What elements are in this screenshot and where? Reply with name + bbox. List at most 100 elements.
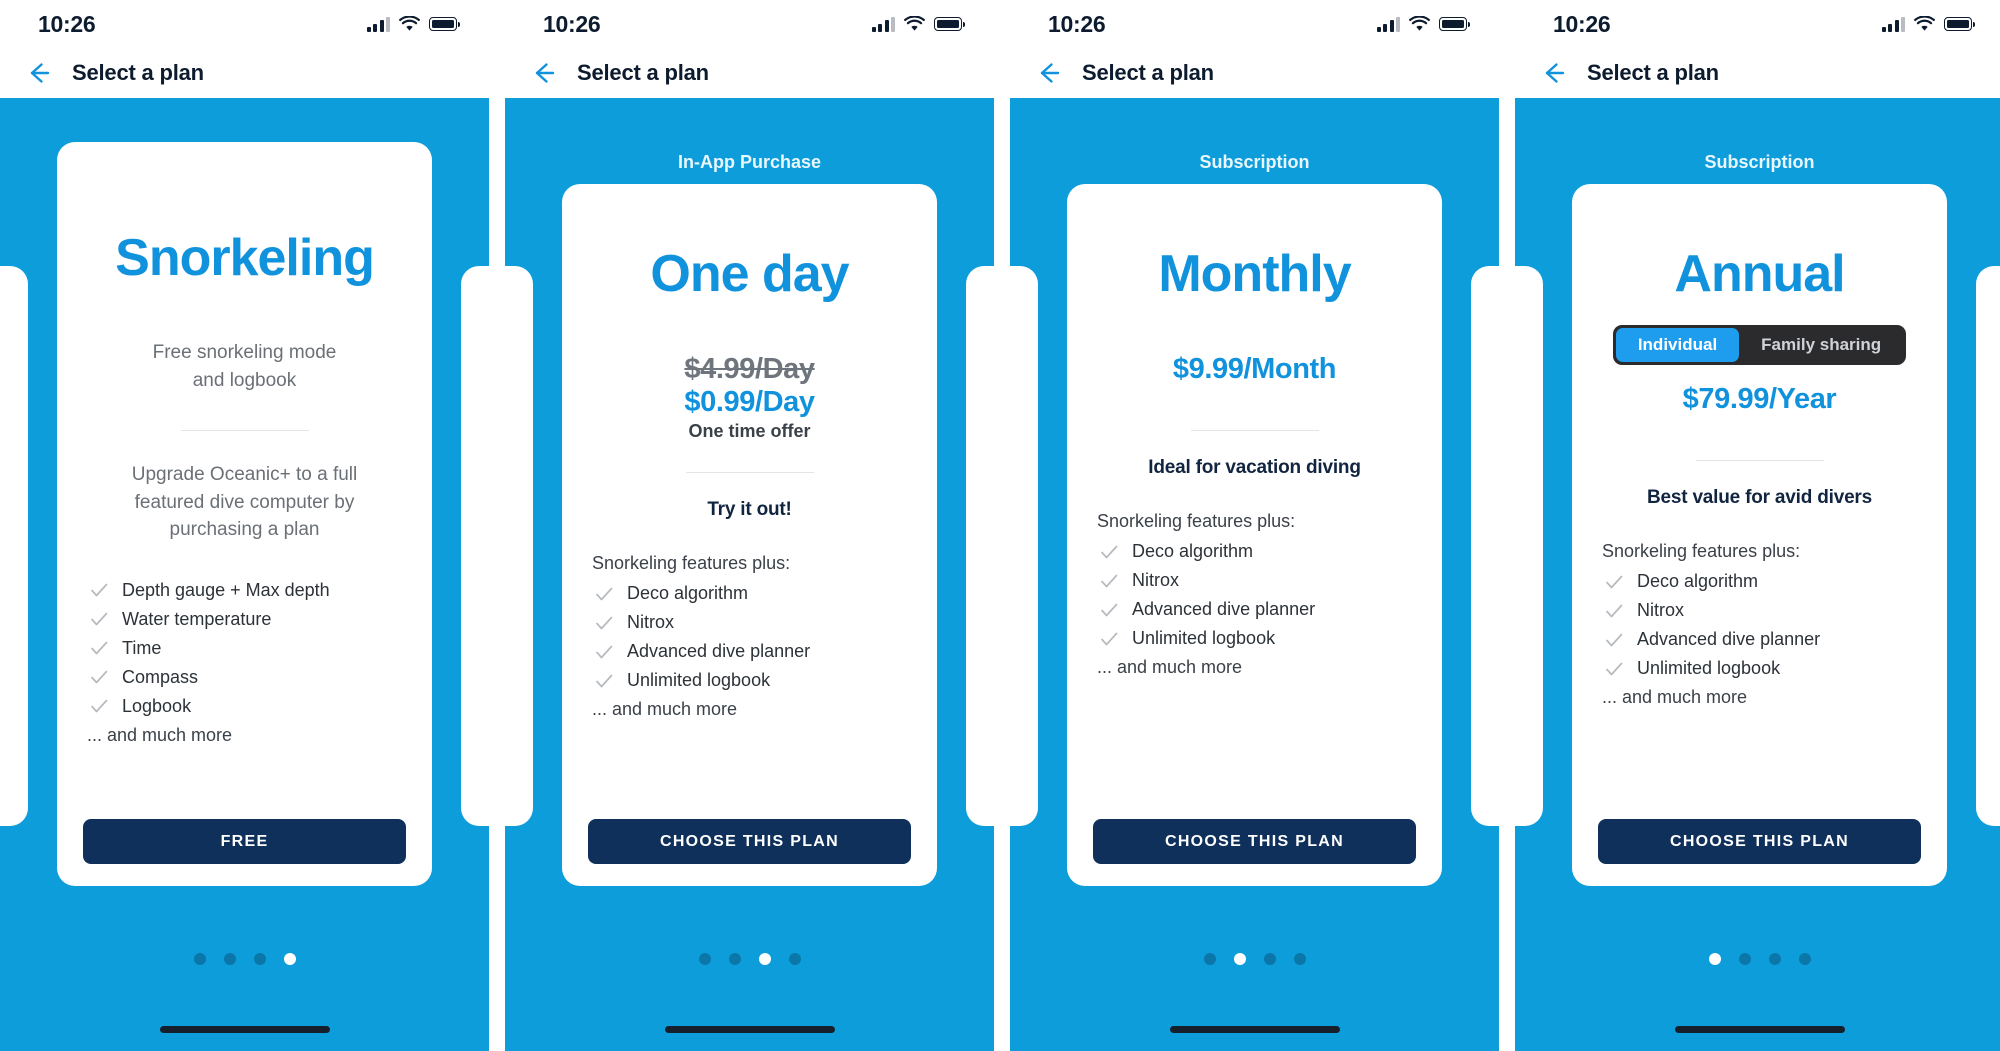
carousel-dots[interactable] [0,953,489,965]
feature-label: Deco algorithm [1132,541,1254,562]
feature-item: Advanced dive planner [592,637,911,666]
plan-name: Annual [1674,245,1845,303]
arrow-left-icon[interactable] [529,59,557,87]
carousel-dot[interactable] [758,953,771,965]
feature-item: Deco algorithm [1602,567,1921,596]
feature-label: Logbook [122,695,192,716]
carousel-peek-right[interactable] [461,266,489,826]
choose-plan-button[interactable]: CHOOSE THIS PLAN [1598,819,1921,864]
plan-tagline: Try it out! [707,499,792,521]
feature-item: Unlimited logbook [592,666,911,695]
feature-item: Nitrox [1097,566,1416,595]
carousel-peek-left[interactable] [1010,266,1038,826]
carousel-peek-right[interactable] [1976,266,2000,826]
carousel-dot[interactable] [788,953,801,965]
segment-individual[interactable]: Individual [1615,328,1740,363]
status-bar-icons [1376,16,1471,32]
feature-item: Deco algorithm [1097,537,1416,566]
carousel-dot[interactable] [1203,953,1216,965]
check-icon [1606,633,1623,647]
plan-carousel: In-App Purchase One day $4.99/Day $0.99/Da… [505,98,994,1051]
plan-carousel: Subscription Annual Individual Family shar… [1515,98,2000,1051]
carousel-dot[interactable] [1798,953,1811,965]
carousel-dot[interactable] [728,953,741,965]
plan-tagline: Best value for avid divers [1646,487,1872,509]
phone-screen: 10:26 Select a plan [1515,0,2000,1051]
feature-label: Nitrox [627,612,675,633]
page-title: Select a plan [577,60,709,85]
choose-plan-button[interactable]: CHOOSE THIS PLAN [588,819,911,864]
wifi-icon [904,16,925,31]
carousel-dot[interactable] [1708,953,1721,965]
carousel-peek-right[interactable] [1471,266,1499,826]
arrow-left-icon[interactable] [24,59,52,87]
feature-list: Snorkeling features plus: Deco algorithm N… [588,553,911,720]
check-icon [1101,545,1118,559]
carousel-peek-left[interactable] [505,266,533,826]
nav-bar: Select a plan [505,48,994,98]
carousel-dot[interactable] [1233,953,1246,965]
feature-label: Advanced dive planner [1132,599,1316,620]
phone-screen: 10:26 Select a plan [0,0,489,1051]
carousel-dot[interactable] [1293,953,1306,965]
feature-item: Logbook [87,692,406,721]
plan-subdescription: Free snorkeling mode and logbook [152,342,337,391]
choose-plan-button[interactable]: FREE [83,819,406,864]
feature-list: Snorkeling features plus: Deco algorithm N… [1093,511,1416,678]
feature-label: Unlimited logbook [627,670,771,691]
feature-more-label: ... and much more [592,699,738,720]
carousel-dots[interactable] [505,953,994,965]
carousel-peek-right[interactable] [966,266,994,826]
card-divider [1190,430,1319,432]
signal-icon [871,16,895,32]
carousel-dots[interactable] [1010,953,1499,965]
check-icon [596,674,613,688]
choose-plan-button[interactable]: CHOOSE THIS PLAN [1093,819,1416,864]
check-icon [1606,575,1623,589]
carousel-dot[interactable] [283,953,296,965]
plan-kicker: Subscription [1704,152,1815,172]
status-bar: 10:26 [1010,0,1499,48]
feature-item: Advanced dive planner [1097,595,1416,624]
price-current: $79.99/Year [1682,383,1837,416]
status-bar: 10:26 [0,0,489,48]
plan-card: Annual Individual Family sharing $79.99/Yea… [1572,184,1947,886]
carousel-dot[interactable] [1768,953,1781,965]
plan-tagline: Ideal for vacation diving [1148,457,1361,479]
check-icon [1606,662,1623,676]
carousel-peek-left[interactable] [0,266,28,826]
arrow-left-icon[interactable] [1539,59,1567,87]
status-bar: 10:26 [505,0,994,48]
plan-type-segmented-control[interactable]: Individual Family sharing [1612,325,1907,366]
feature-item: Nitrox [1602,596,1921,625]
plan-card: Monthly $9.99/Month Ideal for vacation div… [1067,184,1442,886]
feature-more-label: ... and much more [1097,657,1243,678]
carousel-dot[interactable] [193,953,206,965]
screenshot-strip: 10:26 Select a plan Snorkeling Free snor… [0,0,2000,1051]
carousel-dots[interactable] [1515,953,2000,965]
segment-family-sharing[interactable]: Family sharing [1739,328,1903,362]
carousel-dot[interactable] [1263,953,1276,965]
nav-bar: Select a plan [0,48,489,98]
carousel-dot[interactable] [698,953,711,965]
arrow-left-icon[interactable] [1034,59,1062,87]
status-bar-clock: 10:26 [1553,10,1611,37]
carousel-dot[interactable] [1738,953,1751,965]
check-icon [1101,632,1118,646]
carousel-dot[interactable] [253,953,266,965]
check-icon [91,584,108,597]
signal-icon [366,16,390,32]
status-bar-clock: 10:26 [38,10,96,37]
feature-list: Snorkeling features plus: Deco algorithm N… [1598,541,1921,708]
status-bar: 10:26 [1515,0,2000,48]
feature-label: Advanced dive planner [627,641,811,662]
feature-item: Unlimited logbook [1602,654,1921,683]
carousel-peek-left[interactable] [1515,266,1543,826]
wifi-icon [399,16,420,31]
feature-label: Compass [122,666,199,687]
phone-screen: 10:26 Select a plan [1010,0,1499,1051]
battery-icon [1944,17,1976,31]
plan-kicker: Subscription [1199,152,1310,172]
check-icon [91,700,108,713]
carousel-dot[interactable] [223,953,236,965]
